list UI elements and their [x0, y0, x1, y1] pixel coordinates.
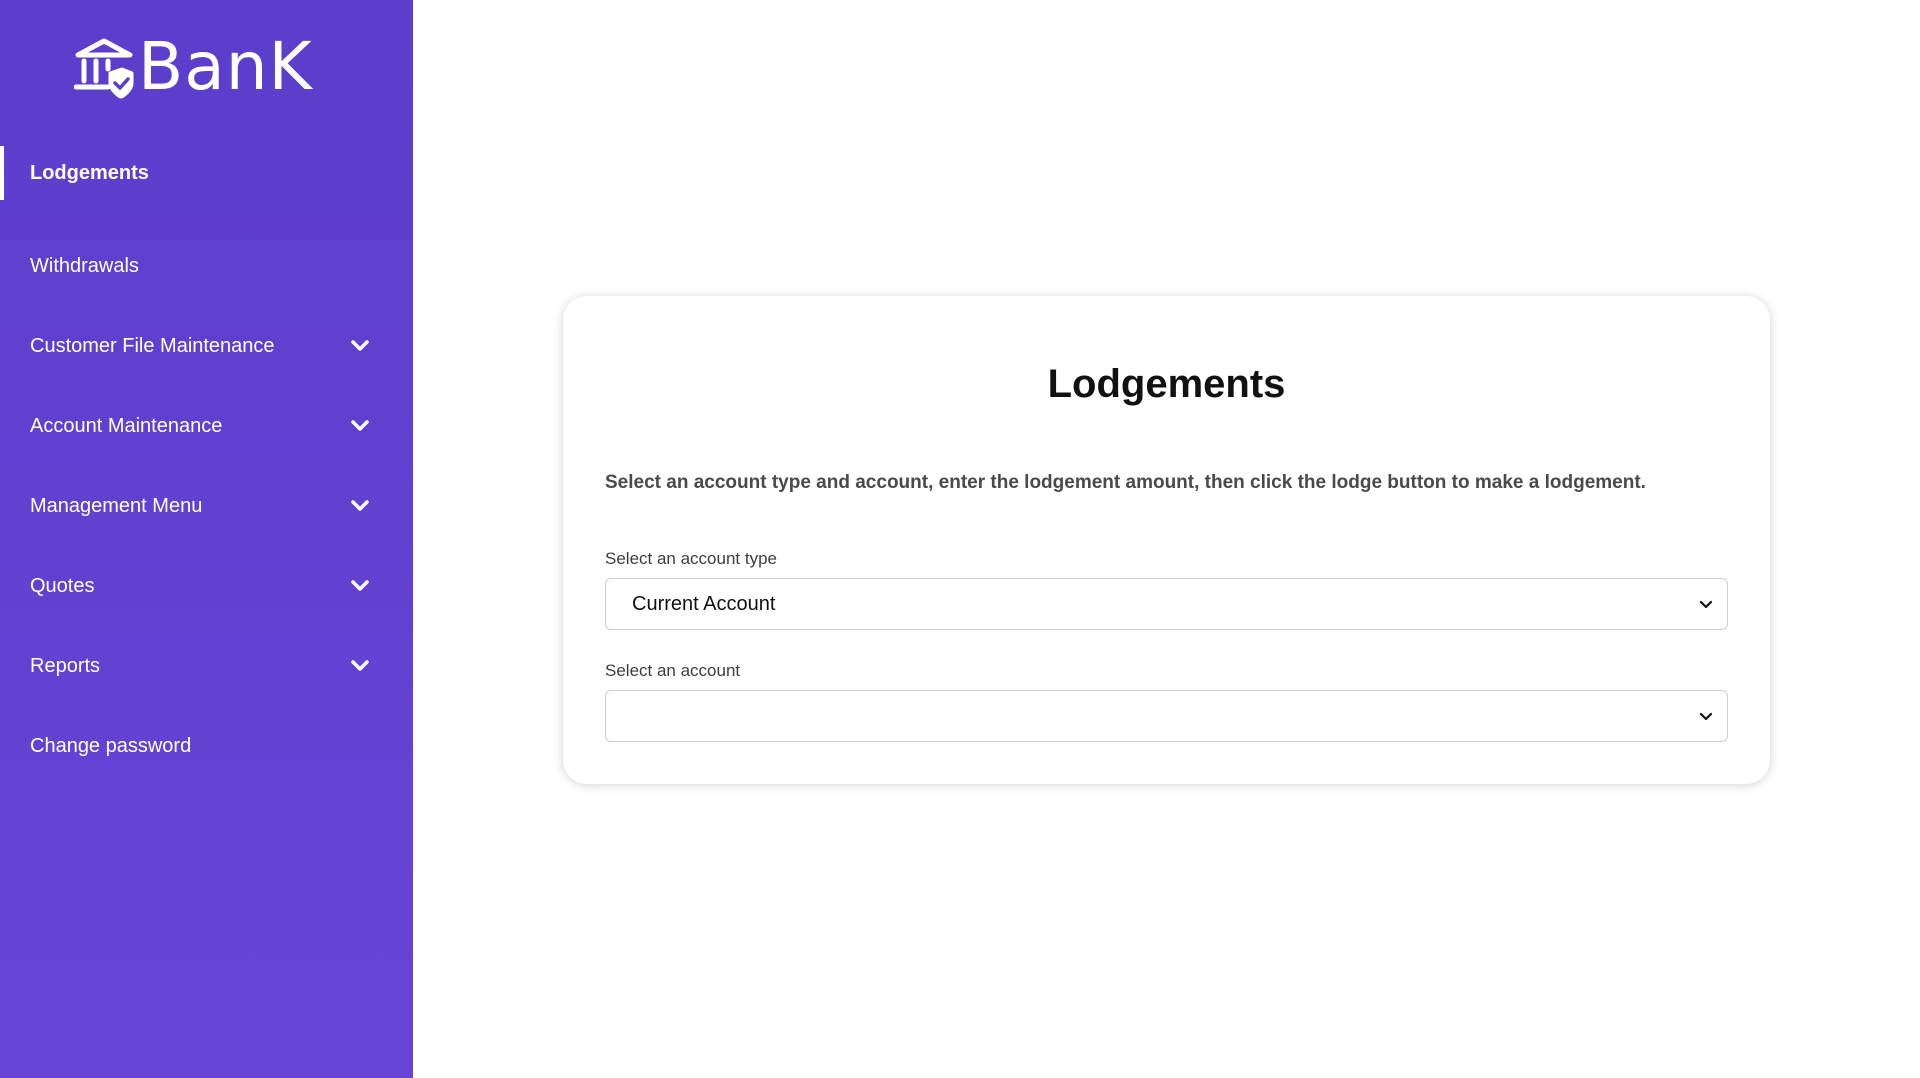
sidebar-item-quotes[interactable]: Quotes: [0, 546, 413, 626]
sidebar-nav: Lodgements Withdrawals Customer File Mai…: [0, 146, 413, 786]
lodgement-card: Lodgements Select an account type and ac…: [563, 296, 1770, 784]
sidebar-item-label: Account Maintenance: [30, 414, 223, 437]
brand-name: BanK: [138, 28, 313, 105]
sidebar: BanK Lodgements Withdrawals Customer Fil…: [0, 0, 413, 1078]
sidebar-item-label: Management Menu: [30, 494, 203, 517]
account-type-label: Select an account type: [605, 549, 778, 568]
sidebar-item-label: Reports: [30, 654, 101, 677]
chevron-down-icon: [351, 340, 369, 351]
page-title: Lodgements: [1047, 362, 1286, 406]
chevron-down-icon: [351, 500, 369, 511]
chevron-down-icon: [351, 420, 369, 431]
sidebar-item-label: Change password: [30, 734, 192, 757]
chevron-down-icon: [351, 580, 369, 591]
chevron-down-icon: [1699, 712, 1713, 720]
chevron-down-icon: [351, 660, 369, 671]
bank-shield-icon: [74, 38, 134, 99]
sidebar-item-label: Customer File Maintenance: [30, 334, 275, 357]
sidebar-item-label: Withdrawals: [30, 254, 139, 277]
instructions-text: Select an account type and account, ente…: [605, 472, 1646, 493]
sidebar-item-account-maintenance[interactable]: Account Maintenance: [0, 386, 413, 466]
sidebar-item-change-password[interactable]: Change password: [0, 706, 413, 786]
sidebar-item-withdrawals[interactable]: Withdrawals: [0, 226, 413, 306]
brand-logo[interactable]: BanK: [74, 34, 313, 100]
sidebar-item-label: Quotes: [30, 574, 95, 597]
sidebar-item-management-menu[interactable]: Management Menu: [0, 466, 413, 546]
account-select[interactable]: [605, 690, 1728, 742]
account-type-select[interactable]: Current Account: [605, 578, 1728, 630]
sidebar-item-label: Lodgements: [30, 162, 149, 184]
sidebar-item-lodgements[interactable]: Lodgements: [0, 146, 413, 226]
account-label: Select an account: [605, 661, 741, 680]
chevron-down-icon: [1699, 600, 1713, 608]
app: BanK Lodgements Withdrawals Customer Fil…: [0, 0, 1920, 1078]
account-type-value: Current Account: [632, 592, 776, 615]
sidebar-item-customer-file-maintenance[interactable]: Customer File Maintenance: [0, 306, 413, 386]
sidebar-item-reports[interactable]: Reports: [0, 626, 413, 706]
